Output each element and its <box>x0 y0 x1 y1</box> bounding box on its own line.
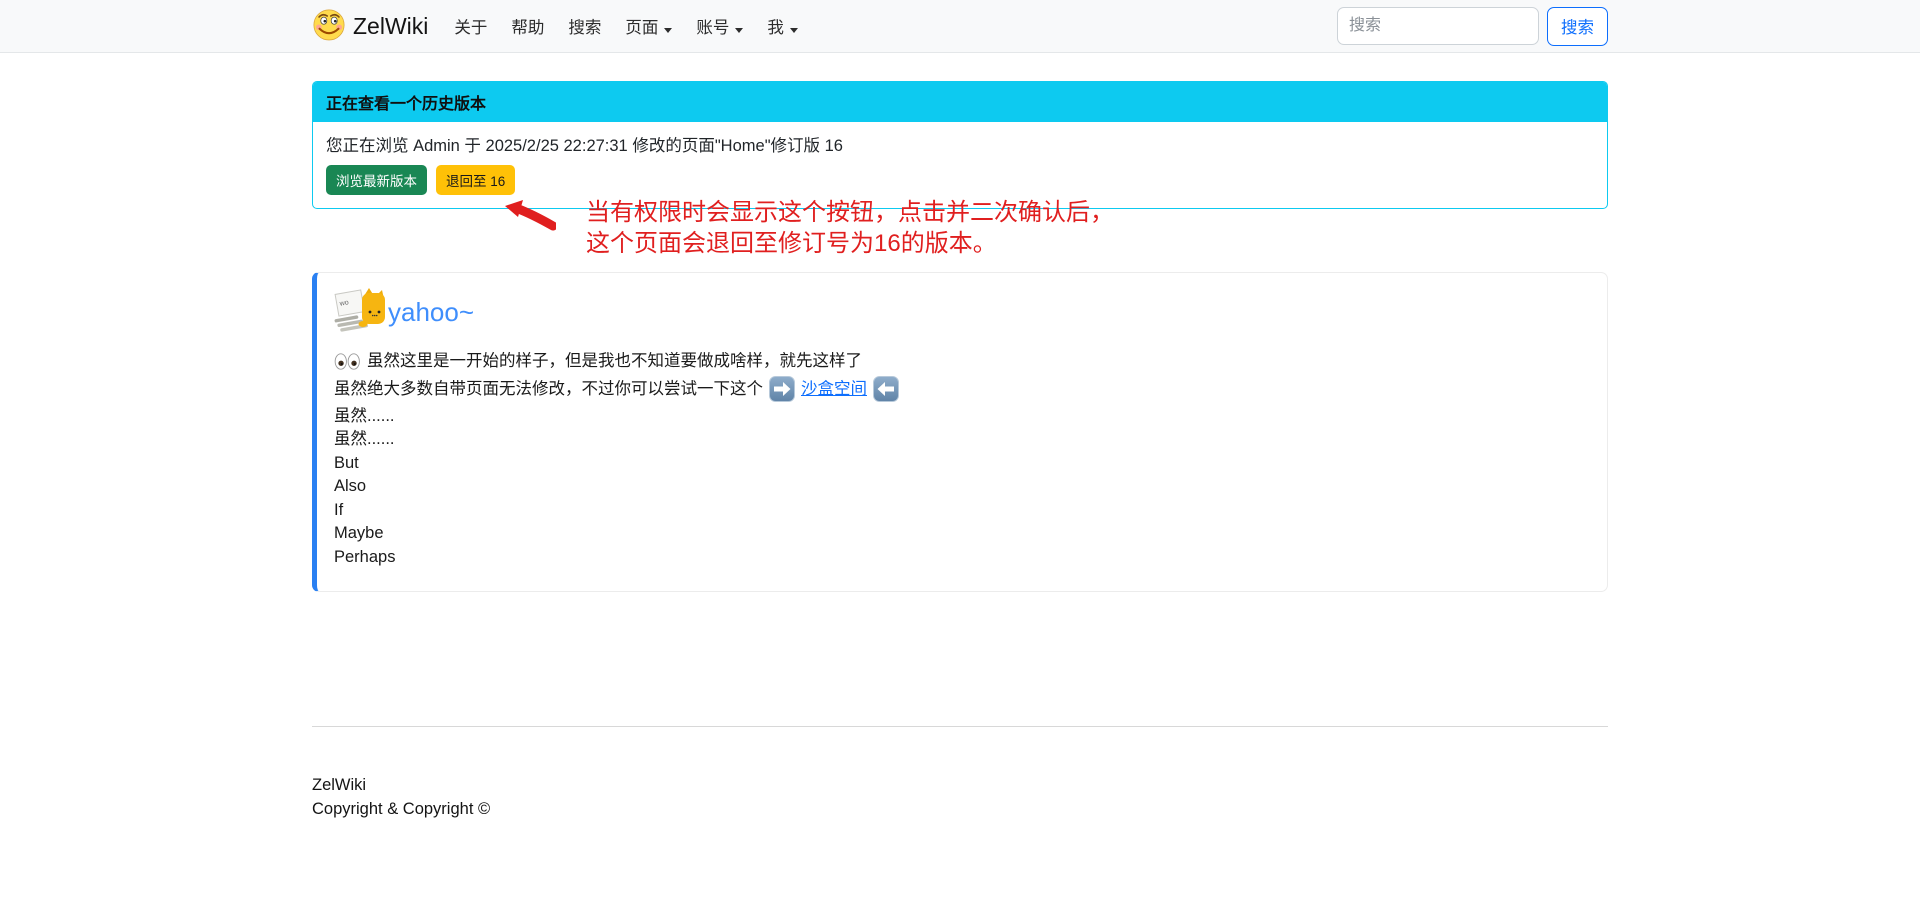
content-list: 虽然...... 虽然...... But Also If Maybe Perh… <box>334 405 1590 570</box>
chevron-down-icon <box>735 28 743 33</box>
eyes-emoji-icon <box>334 353 361 370</box>
footer-brand: ZelWiki <box>312 773 1608 797</box>
alert-buttons: 浏览最新版本 退回至 16 <box>326 165 1594 195</box>
footer-divider <box>312 726 1608 727</box>
paragraph-2-text: 虽然绝大多数自带页面无法修改，不过你可以尝试一下这个 <box>334 376 763 403</box>
alert-header: 正在查看一个历史版本 <box>313 82 1607 122</box>
paragraph-1: 虽然这里是一开始的样子，但是我也不知道要做成啥样，就先这样了 <box>334 350 1590 374</box>
brand[interactable]: ZelWiki <box>312 7 428 46</box>
left-arrow-emoji-icon <box>873 376 899 402</box>
wiki-page-card: wo yaho <box>312 272 1608 592</box>
paragraph-1-text: 虽然这里是一开始的样子，但是我也不知道要做成啥样，就先这样了 <box>367 350 862 374</box>
sandbox-link[interactable]: 沙盒空间 <box>801 376 867 403</box>
nav-link-label: 我 <box>767 19 784 37</box>
nav-dropdown-me[interactable]: 我 <box>755 6 810 46</box>
smiley-logo-icon <box>312 7 346 46</box>
list-item: 虽然...... <box>334 405 1590 429</box>
nav-link-label: 搜索 <box>568 19 601 37</box>
search-button[interactable]: 搜索 <box>1547 7 1608 46</box>
list-item: But <box>334 452 1590 476</box>
paragraph-2: 虽然绝大多数自带页面无法修改，不过你可以尝试一下这个 沙盒空间 <box>334 376 1590 403</box>
cat-typing-sticker: wo <box>334 286 386 339</box>
alert-body: 您正在浏览 Admin 于 2025/2/25 22:27:31 修改的页面"H… <box>313 122 1607 208</box>
list-item: Also <box>334 475 1590 499</box>
annotation-line2: 这个页面会退回至修订号为16的版本。 <box>586 228 1114 259</box>
list-item: Maybe <box>334 522 1590 546</box>
nav-link-label: 账号 <box>696 19 729 37</box>
chevron-down-icon <box>664 28 672 33</box>
footer: ZelWiki Copyright & Copyright © <box>312 773 1608 821</box>
page-title: yahoo~ <box>388 297 474 328</box>
nav-link-help[interactable]: 帮助 <box>499 6 556 46</box>
navbar-search: 搜索 <box>1337 7 1608 46</box>
top-navbar: ZelWiki 关于 帮助 搜索 页面 账号 我 搜索 <box>0 0 1920 53</box>
list-item: If <box>334 499 1590 523</box>
revert-button[interactable]: 退回至 16 <box>436 165 515 195</box>
main-content: 正在查看一个历史版本 您正在浏览 Admin 于 2025/2/25 22:27… <box>312 81 1608 821</box>
nav-link-label: 页面 <box>625 19 658 37</box>
list-item: Perhaps <box>334 546 1590 570</box>
history-version-alert: 正在查看一个历史版本 您正在浏览 Admin 于 2025/2/25 22:27… <box>312 81 1608 209</box>
nav-link-search[interactable]: 搜索 <box>556 6 613 46</box>
nav-link-label: 关于 <box>454 19 487 37</box>
chevron-down-icon <box>790 28 798 33</box>
nav-link-about[interactable]: 关于 <box>442 6 499 46</box>
nav-link-label: 帮助 <box>511 19 544 37</box>
revision-message: 您正在浏览 Admin 于 2025/2/25 22:27:31 修改的页面"H… <box>326 132 1594 156</box>
footer-copyright: Copyright & Copyright © <box>312 797 1608 821</box>
brand-label: ZelWiki <box>353 13 428 40</box>
page-heading: wo yaho <box>334 286 1590 339</box>
search-input[interactable] <box>1337 7 1539 45</box>
list-item: 虽然...... <box>334 428 1590 452</box>
right-arrow-emoji-icon <box>769 376 795 402</box>
main-nav: 关于 帮助 搜索 页面 账号 我 <box>442 6 810 46</box>
nav-dropdown-account[interactable]: 账号 <box>684 6 755 46</box>
nav-dropdown-pages[interactable]: 页面 <box>613 6 684 46</box>
browse-latest-button[interactable]: 浏览最新版本 <box>326 165 427 195</box>
